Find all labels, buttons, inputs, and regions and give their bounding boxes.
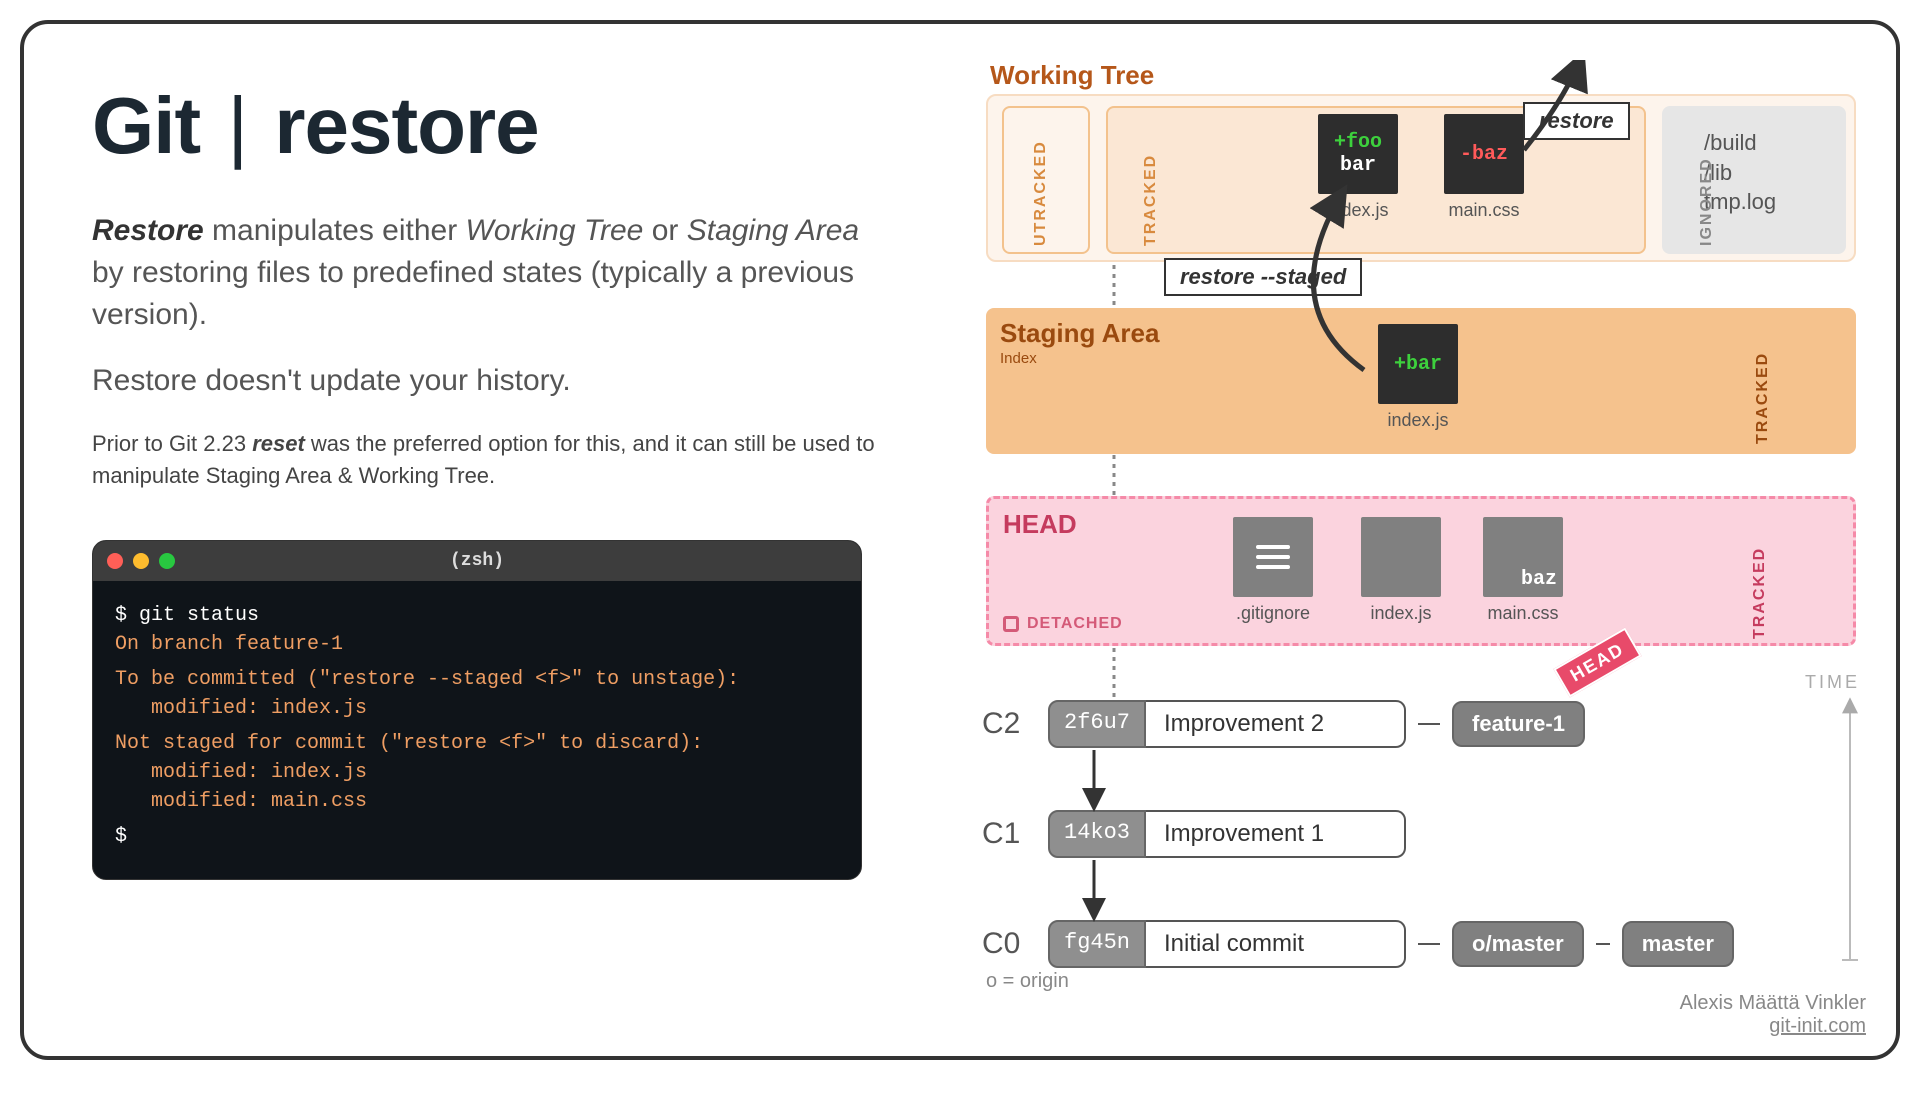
staging-area-sublabel: Index (1000, 350, 1037, 367)
page-title: Git | restore (92, 80, 892, 172)
working-tree-box: /build /lib tmp.log UTRACKED TRACKED IGN… (986, 94, 1856, 262)
title-prefix: Git (92, 81, 200, 170)
ignored-label: IGNORED (1698, 157, 1716, 246)
terminal-titlebar: (zsh) (93, 541, 861, 581)
untracked-label: UTRACKED (1032, 140, 1050, 246)
staged-file-index-js: +bar index.js (1378, 324, 1458, 431)
staging-area-label: Staging Area (1000, 318, 1159, 349)
second-paragraph: Restore doesn't update your history. (92, 364, 892, 398)
terminal-prompt: $ (115, 822, 839, 851)
commit-row-c2: C2 2f6u7 Improvement 2 feature-1 (982, 700, 1585, 748)
terminal-output: modified: main.css (115, 787, 839, 816)
file-icon: -baz (1444, 114, 1524, 194)
origin-legend: o = origin (986, 970, 1069, 993)
slide-frame: Git | restore Restore manipulates either… (20, 20, 1900, 1060)
terminal-output: To be committed ("restore --staged <f>" … (115, 665, 839, 694)
terminal-window: (zsh) $ git status On branch feature-1 T… (92, 540, 862, 880)
commit-row-c1: C1 14ko3 Improvement 1 (982, 810, 1406, 858)
commit-hash: 14ko3 (1048, 810, 1146, 858)
file-icon: +bar (1378, 324, 1458, 404)
head-file-index-js: index.js (1361, 517, 1441, 624)
staging-tracked-label: TRACKED (1754, 352, 1772, 444)
commit-row-c0: C0 fg45n Initial commit o/master master (982, 920, 1734, 968)
title-pipe: | (227, 81, 247, 170)
checkbox-icon (1003, 616, 1019, 632)
head-label: HEAD (1003, 509, 1077, 540)
time-axis-label: TIME (1805, 672, 1860, 693)
head-box: HEAD DETACHED TRACKED .gitignore index.j… (986, 496, 1856, 646)
commit-message: Improvement 2 (1146, 700, 1406, 748)
intro-paragraph: Restore manipulates either Working Tree … (92, 210, 892, 336)
terminal-output: On branch feature-1 (115, 630, 839, 659)
detached-indicator: DETACHED (1003, 615, 1123, 633)
restore-command-tag: restore (1523, 102, 1630, 140)
credit-link: git-init.com (1680, 1015, 1866, 1038)
credit-block: Alexis Määttä Vinkler git-init.com (1680, 992, 1866, 1038)
left-column: Git | restore Restore manipulates either… (92, 80, 892, 880)
terminal-title: (zsh) (93, 551, 861, 571)
branch-tag: o/master (1452, 921, 1584, 967)
staging-area-box: Staging Area Index TRACKED +bar index.js (986, 308, 1856, 454)
file-icon (1361, 517, 1441, 597)
commit-hash: fg45n (1048, 920, 1146, 968)
branch-tag: feature-1 (1452, 701, 1585, 747)
terminal-output: Not staged for commit ("restore <f>" to … (115, 729, 839, 758)
file-icon: baz (1483, 517, 1563, 597)
terminal-body: $ git status On branch feature-1 To be c… (93, 581, 861, 879)
hamburger-icon (1233, 517, 1313, 597)
restore-staged-command-tag: restore --staged (1164, 258, 1362, 296)
tracked-label: TRACKED (1142, 154, 1160, 246)
commit-message: Initial commit (1146, 920, 1406, 968)
diagram-area: Working Tree /build /lib tmp.log UTRACKE… (964, 60, 1864, 1030)
head-file-gitignore: .gitignore (1233, 517, 1313, 624)
head-file-main-css: baz main.css (1483, 517, 1563, 624)
author-name: Alexis Määttä Vinkler (1680, 992, 1866, 1015)
title-suffix: restore (274, 81, 538, 170)
working-tree-label: Working Tree (990, 60, 1154, 91)
ignored-region: /build /lib tmp.log (1662, 106, 1846, 254)
terminal-output: modified: index.js (115, 694, 839, 723)
head-tracked-label: TRACKED (1751, 547, 1769, 639)
terminal-command: $ git status (115, 601, 839, 630)
terminal-output: modified: index.js (115, 758, 839, 787)
commit-message: Improvement 1 (1146, 810, 1406, 858)
commit-hash: 2f6u7 (1048, 700, 1146, 748)
file-icon: +foo bar (1318, 114, 1398, 194)
file-main-css: -baz main.css (1444, 114, 1524, 221)
file-index-js: +foo bar index.js (1318, 114, 1398, 221)
branch-tag: master (1622, 921, 1734, 967)
note-paragraph: Prior to Git 2.23 reset was the preferre… (92, 428, 892, 492)
